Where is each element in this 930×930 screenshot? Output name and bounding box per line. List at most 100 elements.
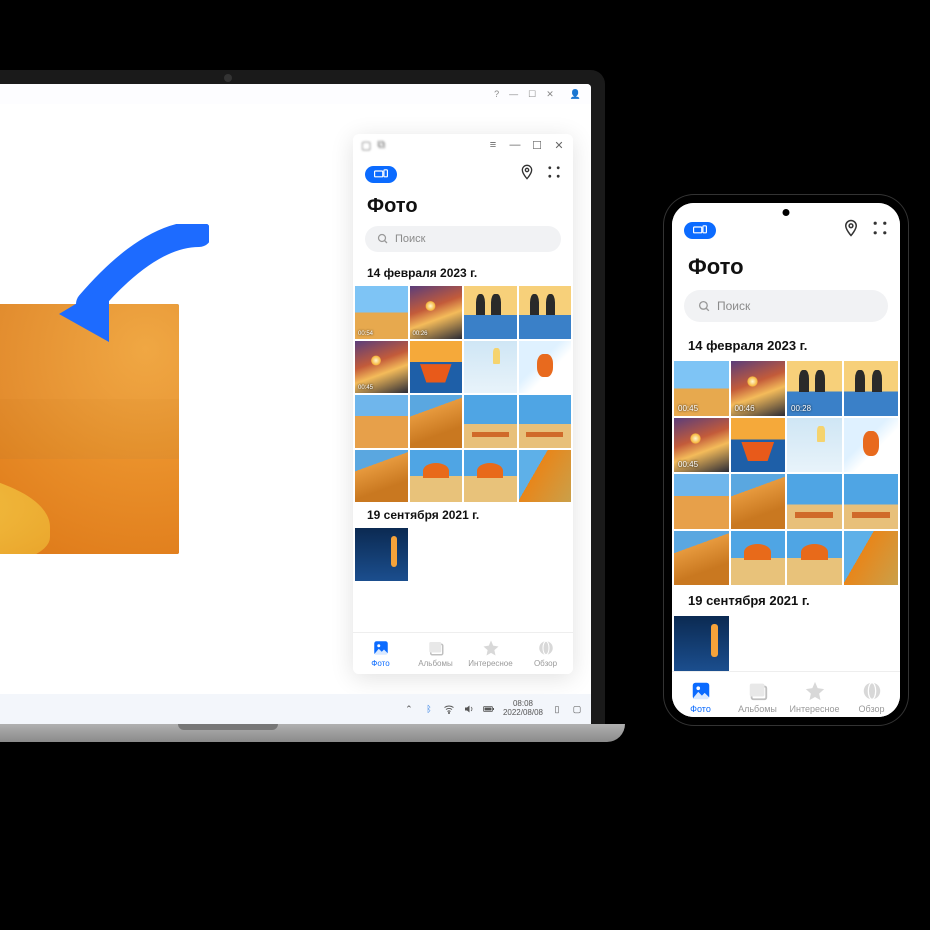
close-icon[interactable]: ✕ <box>546 89 554 100</box>
phone-screen: Фото Поиск 14 февраля 2023 г. 00:45 00:4… <box>672 203 900 717</box>
date-header-1: 14 февраля 2023 г. <box>672 330 900 361</box>
search-icon <box>698 300 711 313</box>
thumb[interactable] <box>844 474 899 529</box>
thumb[interactable]: 00:45 <box>674 418 729 473</box>
star-icon <box>804 680 826 702</box>
taskbar: ⌃ ᛒ 08:08 2022/08/08 ▯ ▢ <box>0 694 591 724</box>
more-grid-icon[interactable] <box>872 220 888 241</box>
thumb[interactable] <box>355 528 408 581</box>
laptop-camera <box>224 74 232 82</box>
multiscreen-pill[interactable] <box>365 166 397 183</box>
thumb[interactable] <box>464 341 517 394</box>
mirror-menu-icon[interactable]: ≡ <box>487 139 499 151</box>
thumb-grid-1: 00:45 00:46 00:28 00:45 <box>672 361 900 585</box>
nav-interesting[interactable]: Интересное <box>463 633 518 674</box>
thumb[interactable] <box>355 450 408 503</box>
thumb[interactable] <box>731 418 786 473</box>
location-icon[interactable] <box>842 219 860 242</box>
photos-icon <box>690 680 712 702</box>
mirror-minimize-icon[interactable]: — <box>509 139 521 151</box>
thumb-grid-2 <box>672 616 900 671</box>
thumb[interactable]: 00:46 <box>731 361 786 416</box>
laptop-device: ? — ☐ ✕ 👤 <box>0 70 605 742</box>
nav-albums[interactable]: Альбомы <box>729 672 786 718</box>
gallery-title: Фото <box>672 246 900 290</box>
laptop-bezel: ? — ☐ ✕ 👤 <box>0 70 605 724</box>
thumb[interactable] <box>731 531 786 586</box>
gallery-title: Фото <box>353 189 573 226</box>
albums-icon <box>427 639 445 657</box>
battery-icon[interactable] <box>483 703 495 715</box>
thumb[interactable] <box>410 395 463 448</box>
thumb[interactable] <box>674 616 729 671</box>
nav-photos[interactable]: Фото <box>353 633 408 674</box>
thumb[interactable] <box>674 531 729 586</box>
date-header-1: 14 февраля 2023 г. <box>353 260 573 286</box>
phone-device: Фото Поиск 14 февраля 2023 г. 00:45 00:4… <box>664 195 908 725</box>
thumb[interactable] <box>464 286 517 339</box>
mirror-new-window-icon[interactable]: ⧉ <box>377 139 385 152</box>
thumb[interactable] <box>844 531 899 586</box>
search-input[interactable]: Поиск <box>684 290 888 322</box>
date-header-2: 19 сентября 2021 г. <box>672 585 900 616</box>
wifi-icon[interactable] <box>443 703 455 715</box>
thumb[interactable] <box>464 395 517 448</box>
thumb[interactable] <box>674 474 729 529</box>
tray-chevron-icon[interactable]: ⌃ <box>403 703 415 715</box>
nav-albums[interactable]: Альбомы <box>408 633 463 674</box>
thumb[interactable] <box>410 341 463 394</box>
thumb[interactable]: 00:45 <box>674 361 729 416</box>
mirror-close-icon[interactable]: ✕ <box>553 139 565 151</box>
thumb[interactable] <box>519 450 572 503</box>
search-placeholder: Поиск <box>717 299 750 313</box>
more-grid-icon[interactable] <box>547 165 561 184</box>
thumb[interactable] <box>731 474 786 529</box>
nav-photos[interactable]: Фото <box>672 672 729 718</box>
thumb[interactable] <box>844 361 899 416</box>
maximize-icon[interactable]: ☐ <box>528 89 536 100</box>
overview-icon <box>861 680 883 702</box>
user-icon[interactable]: 👤 <box>570 89 581 100</box>
mirror-titlebar: ▢ ⧉ ≡ — ☐ ✕ <box>353 134 573 156</box>
thumb-grid-1: 00:54 00:26 00:45 <box>353 286 573 502</box>
thumb[interactable] <box>410 450 463 503</box>
thumb[interactable] <box>787 531 842 586</box>
mirror-app-icon: ▢ <box>361 139 371 152</box>
desktop-viewport: ▢ ⧉ ≡ — ☐ ✕ <box>0 104 591 694</box>
location-icon[interactable] <box>519 164 535 185</box>
taskbar-clock[interactable]: 08:08 2022/08/08 <box>503 700 543 718</box>
albums-icon <box>747 680 769 702</box>
nav-interesting[interactable]: Интересное <box>786 672 843 718</box>
bottom-nav: Фото Альбомы Интересное Обзор <box>672 671 900 718</box>
thumb[interactable]: 00:54 <box>355 286 408 339</box>
thumb[interactable] <box>519 395 572 448</box>
thumb[interactable] <box>787 474 842 529</box>
date-header-2: 19 сентября 2021 г. <box>353 502 573 528</box>
photos-icon <box>372 639 390 657</box>
bluetooth-icon[interactable]: ᛒ <box>423 703 435 715</box>
nav-overview[interactable]: Обзор <box>518 633 573 674</box>
thumb[interactable] <box>355 395 408 448</box>
search-input[interactable]: Поиск <box>365 226 561 252</box>
minimize-icon[interactable]: — <box>509 89 518 99</box>
thumb[interactable] <box>844 418 899 473</box>
laptop-screen: ? — ☐ ✕ 👤 <box>0 84 591 724</box>
laptop-base <box>0 724 625 742</box>
search-placeholder: Поиск <box>395 233 425 245</box>
phone-mirror-window[interactable]: ▢ ⧉ ≡ — ☐ ✕ <box>353 134 573 674</box>
volume-icon[interactable] <box>463 703 475 715</box>
multiscreen-pill[interactable] <box>684 222 716 239</box>
thumb[interactable]: 00:28 <box>787 361 842 416</box>
help-icon[interactable]: ? <box>494 89 499 99</box>
thumb-grid-2 <box>353 528 573 581</box>
nav-overview[interactable]: Обзор <box>843 672 900 718</box>
thumb[interactable] <box>787 418 842 473</box>
mirror-maximize-icon[interactable]: ☐ <box>531 139 543 151</box>
thumb[interactable]: 00:26 <box>410 286 463 339</box>
notifications-icon[interactable]: ▢ <box>571 703 583 715</box>
thumb[interactable]: 00:45 <box>355 341 408 394</box>
thumb[interactable] <box>519 341 572 394</box>
thumb[interactable] <box>519 286 572 339</box>
thumb[interactable] <box>464 450 517 503</box>
input-icon[interactable]: ▯ <box>551 703 563 715</box>
